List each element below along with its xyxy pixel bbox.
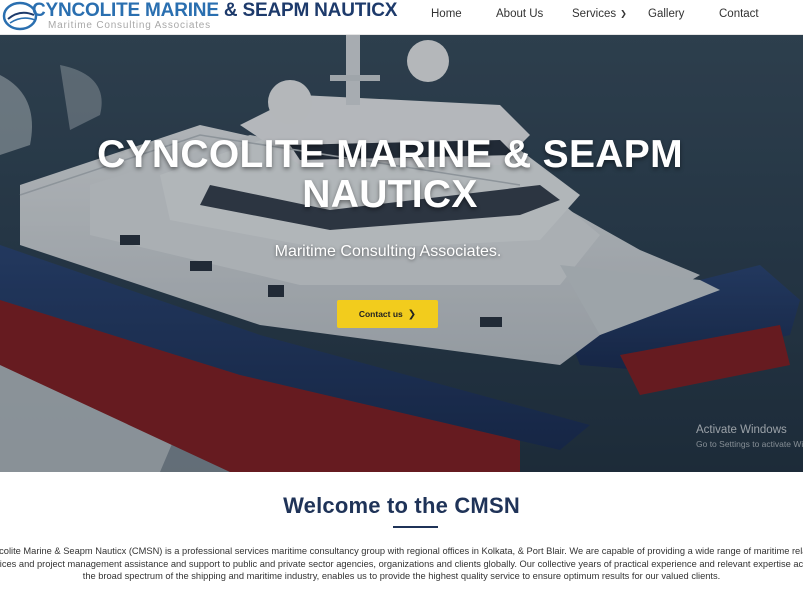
logo-title-part2: SEAPM NAUTICX	[242, 0, 398, 21]
hero-title: CYNCOLITE MARINE & SEAPM NAUTICX	[40, 135, 740, 215]
contact-us-button[interactable]: Contact us ❯	[337, 300, 438, 328]
hero-banner: CYNCOLITE MARINE & SEAPM NAUTICX Maritim…	[0, 35, 803, 472]
welcome-heading: Welcome to the CMSN	[283, 493, 520, 518]
nav-home-link[interactable]: Home	[431, 8, 462, 20]
logo-title: CYNCOLITE MARINE & SEAPM NAUTICX	[32, 0, 397, 22]
nav-services-label: Services	[572, 8, 617, 20]
hero-subtitle: Maritime Consulting Associates.	[274, 243, 502, 260]
logo-title-part1: CYNCOLITE MARINE	[32, 0, 219, 21]
site-header: CYNCOLITE MARINE & SEAPM NAUTICX Maritim…	[0, 0, 803, 35]
hero-title-line2: NAUTICX	[302, 173, 478, 216]
nav-services-dropdown[interactable]: Services ❯	[572, 8, 627, 20]
logo-title-amp: &	[218, 0, 243, 21]
heading-underline	[393, 526, 438, 528]
chevron-right-icon: ❯	[407, 309, 417, 320]
logo-tagline: Maritime Consulting Associates	[48, 20, 211, 31]
activate-windows-subtitle: Go to Settings to activate Windows.	[696, 439, 803, 449]
nav-about-link[interactable]: About Us	[496, 8, 543, 20]
nav-gallery-link[interactable]: Gallery	[648, 8, 684, 20]
activate-windows-title: Activate Windows	[696, 424, 787, 436]
hero-title-line1: CYNCOLITE MARINE & SEAPM	[97, 133, 683, 176]
contact-us-label: Contact us	[358, 309, 403, 319]
nav-contact-link[interactable]: Contact	[719, 8, 759, 20]
chevron-down-icon: ❯	[620, 9, 627, 18]
welcome-paragraph: Cyncolite Marine & Seapm Nauticx (CMSN) …	[0, 546, 803, 581]
